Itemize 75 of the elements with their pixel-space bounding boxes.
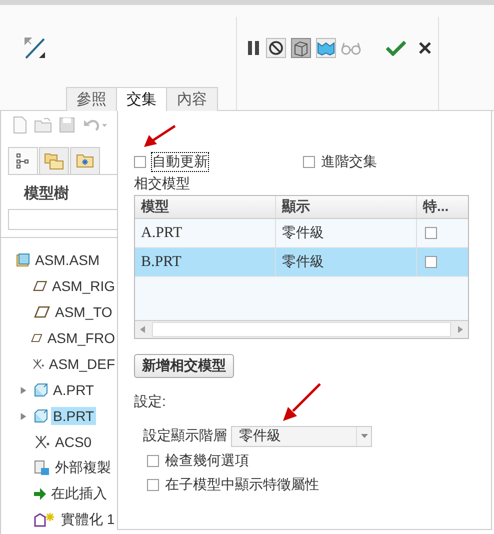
column-header[interactable]: 特... bbox=[417, 196, 466, 218]
scroll-right-icon[interactable] bbox=[458, 326, 463, 333]
field-label: 設定顯示階層 bbox=[143, 427, 227, 445]
coordinate-system-icon bbox=[34, 434, 50, 450]
arrow-drawing bbox=[142, 125, 176, 149]
pause-icon[interactable] bbox=[247, 40, 261, 56]
sidebar-tab[interactable] bbox=[70, 147, 100, 174]
tree-item[interactable]: 實體化 1 bbox=[59, 510, 117, 530]
part-cube-icon bbox=[34, 383, 48, 397]
tree-item[interactable]: B.PRT bbox=[51, 407, 96, 425]
table-cell: 零件級 bbox=[276, 248, 417, 276]
checkbox[interactable] bbox=[425, 256, 437, 268]
tree-item[interactable]: ASM_RIG bbox=[50, 277, 117, 295]
shaded-box-icon[interactable] bbox=[316, 38, 336, 58]
ribbon-tab[interactable]: 交集 bbox=[117, 88, 167, 111]
tree-item[interactable]: ASM_TO bbox=[53, 303, 114, 321]
table-cell: A.PRT bbox=[135, 219, 276, 247]
tree-item[interactable]: A.PRT bbox=[51, 381, 96, 399]
checkbox[interactable] bbox=[147, 454, 159, 466]
horizontal-scrollbar[interactable] bbox=[135, 320, 468, 338]
close-icon[interactable] bbox=[419, 42, 431, 54]
add-model-button[interactable]: 新增相交模型 bbox=[134, 354, 234, 378]
search-field[interactable] bbox=[8, 209, 118, 230]
table-row[interactable]: B.PRT 零件級 bbox=[135, 248, 468, 277]
caret-icon bbox=[360, 434, 368, 438]
tree-item[interactable]: 在此插入 bbox=[49, 484, 109, 504]
display-level-dropdown[interactable]: 零件級 bbox=[231, 426, 372, 446]
plane-icon bbox=[30, 332, 42, 344]
checkbox-label: 自動更新 bbox=[152, 153, 208, 171]
part-cube-icon bbox=[34, 409, 48, 423]
ribbon-tab[interactable]: 內容 bbox=[167, 88, 217, 111]
copy-geometry-icon bbox=[34, 460, 50, 476]
tree-item[interactable]: ASM_FRO bbox=[45, 329, 117, 347]
section-label: 相交模型 bbox=[134, 175, 191, 193]
stop-icon[interactable] bbox=[266, 38, 286, 58]
checkbox[interactable] bbox=[134, 156, 146, 168]
table-cell: 零件級 bbox=[276, 219, 417, 247]
tree-item[interactable]: ASM.ASM bbox=[33, 251, 102, 269]
arrow-drawing bbox=[281, 383, 321, 423]
solidify-icon bbox=[34, 512, 56, 528]
ribbon-tab[interactable]: 參照 bbox=[67, 88, 117, 111]
wireframe-box-icon[interactable] bbox=[291, 38, 311, 58]
column-header[interactable]: 顯示 bbox=[276, 196, 417, 218]
column-header[interactable]: 模型 bbox=[135, 196, 276, 218]
expand-arrow-icon[interactable] bbox=[20, 412, 27, 420]
checkbox[interactable] bbox=[147, 478, 159, 490]
table-cell: B.PRT bbox=[135, 248, 276, 276]
settings-label: 設定: bbox=[134, 393, 167, 411]
tree-icon bbox=[16, 153, 30, 169]
checkbox-label: 在子模型中顯示特徵屬性 bbox=[165, 476, 319, 494]
glasses-icon[interactable] bbox=[341, 41, 361, 55]
sidebar-tab[interactable] bbox=[8, 147, 38, 174]
plane-icon bbox=[32, 280, 47, 292]
folders-icon bbox=[44, 152, 64, 170]
save-icon[interactable] bbox=[59, 117, 75, 133]
tree-item[interactable]: ACS0 bbox=[53, 433, 94, 451]
tree-item[interactable]: ASM_DEF bbox=[46, 355, 117, 373]
coordinate-system-icon bbox=[32, 356, 44, 372]
insert-arrow-icon bbox=[34, 488, 46, 500]
scroll-left-icon[interactable] bbox=[140, 326, 145, 333]
checkbox-label: 進階交集 bbox=[321, 153, 377, 171]
cube-icon bbox=[16, 253, 30, 267]
new-file-icon[interactable] bbox=[13, 116, 27, 134]
resize-icon[interactable] bbox=[23, 36, 47, 60]
plane-icon bbox=[34, 306, 50, 318]
checkbox[interactable] bbox=[425, 227, 437, 239]
star-folder-icon bbox=[76, 154, 94, 168]
model-tree-title: 模型樹 bbox=[22, 184, 70, 204]
checkmark-icon[interactable] bbox=[386, 40, 406, 56]
undo-icon[interactable] bbox=[82, 118, 108, 132]
expand-arrow-icon[interactable] bbox=[20, 386, 27, 394]
tree-item[interactable]: 外部複製 bbox=[53, 458, 113, 478]
checkbox-label: 檢查幾何選項 bbox=[165, 452, 249, 470]
open-folder-icon[interactable] bbox=[34, 117, 52, 133]
checkbox[interactable] bbox=[303, 156, 315, 168]
